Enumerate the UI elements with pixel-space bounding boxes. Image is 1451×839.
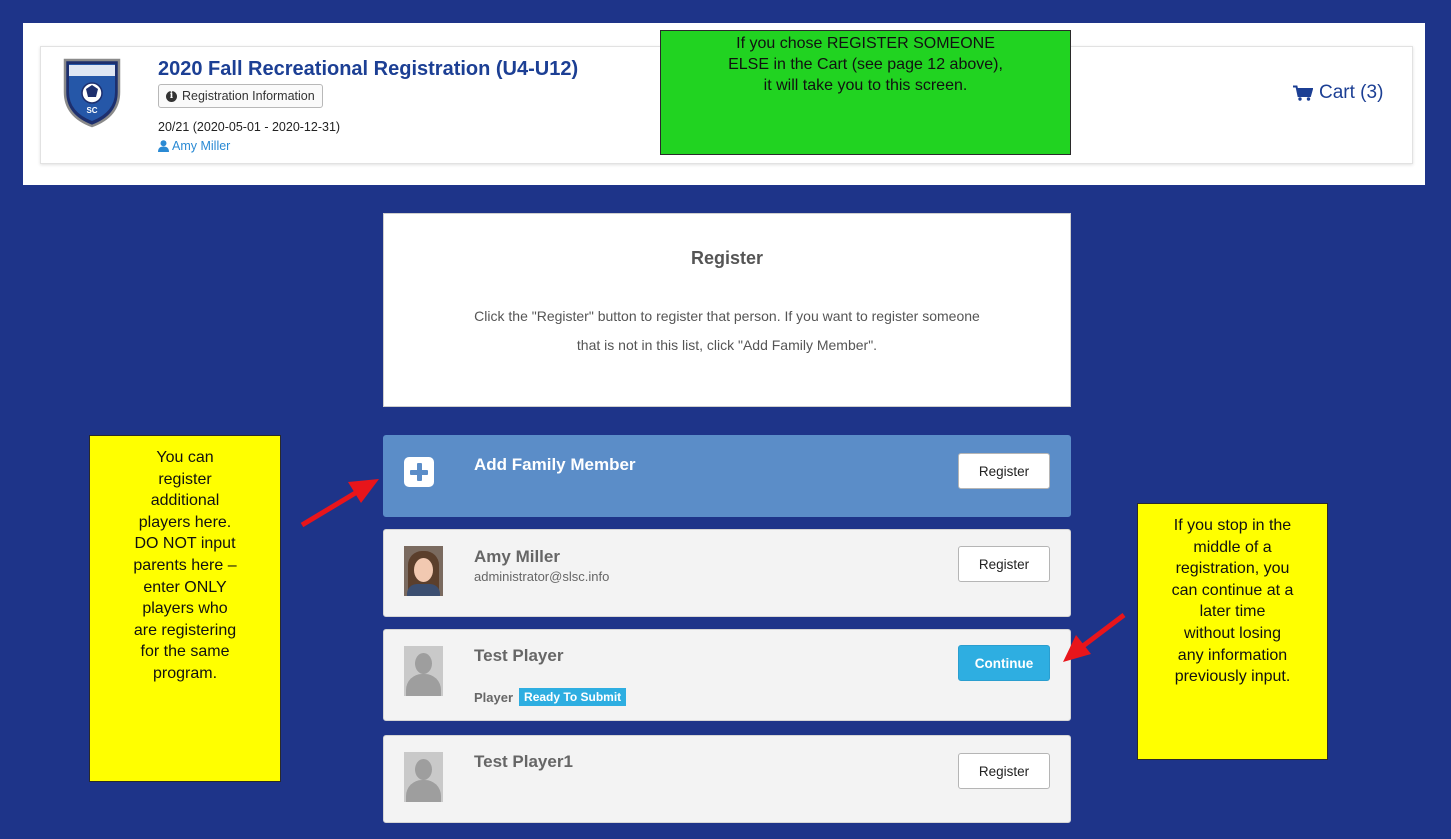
add-family-member-register-button[interactable]: Register — [958, 453, 1050, 489]
registration-info-button[interactable]: i Registration Information — [158, 84, 323, 108]
cart-link[interactable]: Cart (3) — [1293, 82, 1383, 104]
note-line: ELSE in the Cart (see page 12 above), — [728, 56, 1003, 73]
note-line: enter ONLY — [143, 578, 227, 596]
cart-instruction-note: If you chose REGISTER SOMEONE ELSE in th… — [660, 30, 1071, 155]
user-icon — [158, 140, 169, 152]
default-avatar-icon — [404, 646, 443, 696]
registration-info-label: Registration Information — [182, 89, 315, 103]
note-line: players who — [142, 600, 228, 618]
member-role: Player — [474, 689, 514, 705]
member-name: Test Player1 — [474, 752, 573, 771]
note-line: later time — [1199, 603, 1266, 621]
season-dates: 20/21 (2020-05-01 - 2020-12-31) — [158, 120, 341, 134]
default-avatar-icon — [404, 752, 443, 802]
member-name: Test Player — [474, 646, 564, 665]
note-line: for the same — [140, 643, 230, 661]
event-title: 2020 Fall Recreational Registration (U4-… — [158, 58, 579, 80]
register-description-line: that is not in this list, click "Add Fam… — [576, 337, 878, 353]
family-member-row-test-player1: Test Player1 Register — [383, 735, 1071, 823]
note-line: it will take you to this screen. — [763, 77, 968, 94]
continue-button[interactable]: Continue — [958, 645, 1050, 681]
family-member-row-test-player: Test Player Player Ready To Submit Conti… — [383, 629, 1071, 721]
register-button[interactable]: Register — [958, 546, 1050, 582]
account-user-link[interactable]: Amy Miller — [158, 139, 230, 153]
add-players-note: You can register additional players here… — [89, 435, 281, 782]
note-line: register — [158, 470, 212, 488]
register-instructions-card: Register Click the "Register" button to … — [383, 213, 1071, 407]
note-line: players here. — [138, 513, 232, 531]
family-member-row-amy-miller: Amy Miller administrator@slsc.info Regis… — [383, 529, 1071, 617]
cart-icon — [1293, 85, 1313, 101]
note-line: additional — [150, 492, 220, 510]
cart-label: Cart (3) — [1319, 82, 1384, 103]
arrow-to-continue-icon — [1063, 613, 1126, 662]
note-line: If you stop in the — [1173, 517, 1292, 534]
continue-later-note: If you stop in the middle of a registrat… — [1137, 503, 1328, 760]
svg-text:SC: SC — [86, 106, 97, 115]
member-email: administrator@slsc.info — [474, 569, 610, 584]
note-line: any information — [1177, 646, 1288, 664]
add-family-member-row[interactable]: Add Family Member Register — [383, 435, 1071, 517]
avatar — [404, 546, 443, 596]
status-badge: Ready To Submit — [519, 688, 627, 706]
note-line: You can — [156, 449, 214, 466]
note-line: parents here – — [133, 556, 237, 574]
register-heading: Register — [690, 248, 764, 268]
note-line: registration, you — [1175, 560, 1290, 578]
member-role-line: Player Ready To Submit — [474, 688, 627, 706]
club-logo: SC — [63, 58, 121, 128]
add-family-member-label: Add Family Member — [474, 455, 636, 474]
add-icon — [404, 457, 434, 487]
note-line: without losing — [1184, 624, 1281, 642]
note-line: are registering — [133, 621, 237, 639]
member-name: Amy Miller — [474, 547, 560, 566]
note-line: middle of a — [1193, 538, 1272, 556]
note-line: can continue at a — [1171, 581, 1294, 599]
note-line: program. — [152, 664, 218, 682]
register-button[interactable]: Register — [958, 753, 1050, 789]
note-line: If you chose REGISTER SOMEONE — [736, 35, 995, 52]
note-line: previously input. — [1174, 668, 1291, 686]
info-icon: i — [166, 90, 177, 102]
account-user-name: Amy Miller — [172, 139, 231, 153]
register-description: Click the "Register" button to register … — [384, 302, 1070, 360]
arrow-to-add-family-member-icon — [300, 479, 379, 528]
note-line: DO NOT input — [134, 535, 236, 553]
register-description-line: Click the "Register" button to register … — [474, 308, 980, 324]
